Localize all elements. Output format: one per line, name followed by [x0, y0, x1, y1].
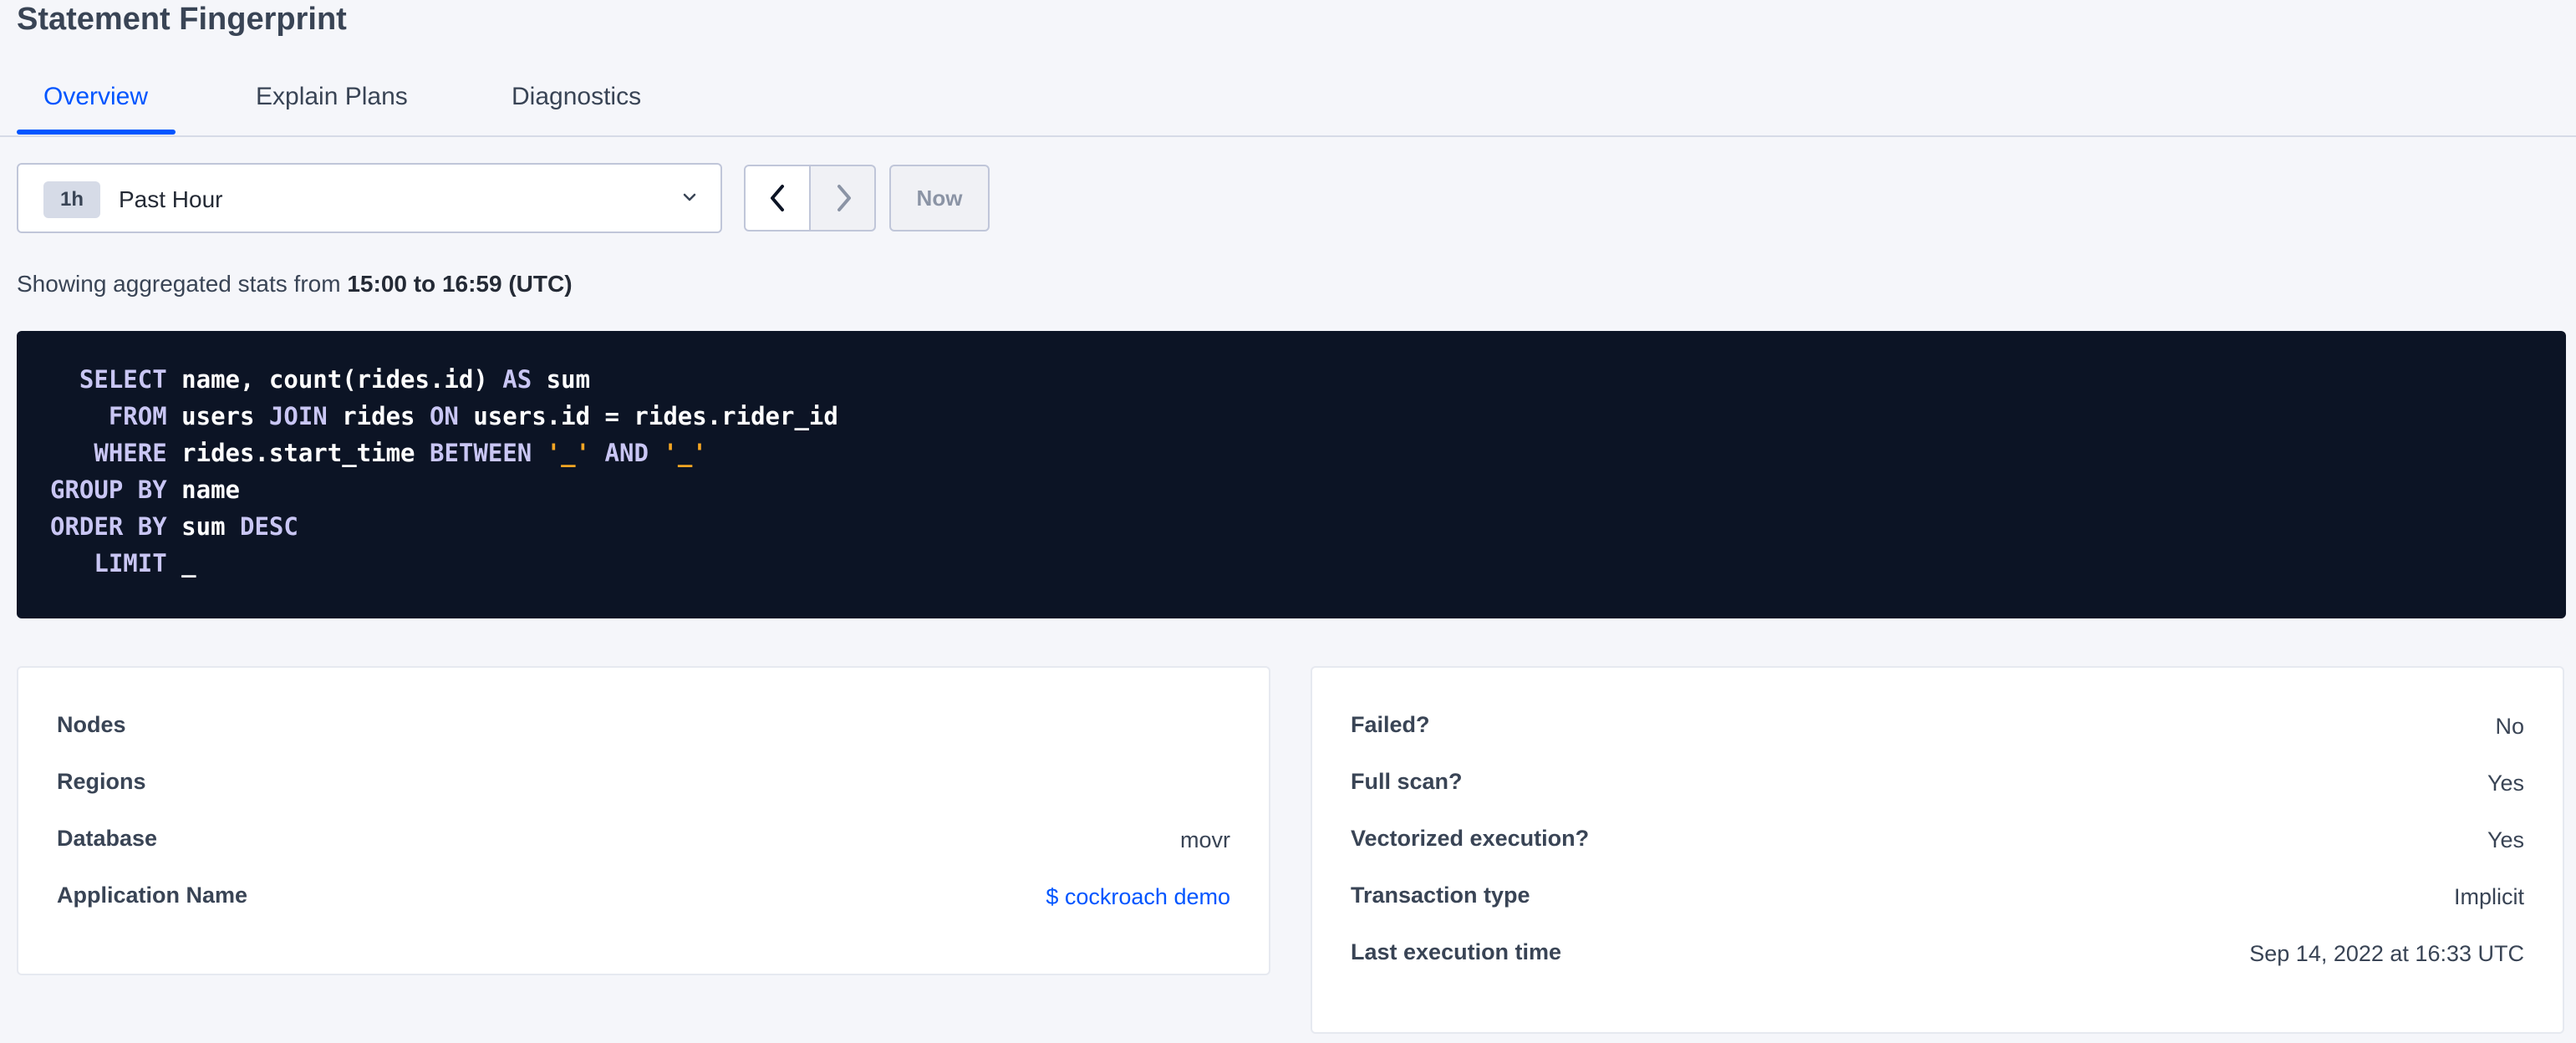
- sql-keyword: AS: [502, 365, 532, 394]
- sql-text: name, count(rides.id): [166, 365, 503, 394]
- sql-keyword: ORDER BY: [50, 512, 167, 541]
- detail-label: Full scan?: [1351, 769, 1463, 794]
- detail-row: Full scan? Yes: [1351, 765, 2524, 798]
- detail-row: Last execution time Sep 14, 2022 at 16:33…: [1351, 935, 2524, 969]
- sql-keyword: ON: [429, 402, 459, 430]
- sql-text: users: [166, 402, 269, 430]
- detail-value: movr: [1180, 827, 1230, 852]
- detail-label: Regions: [57, 769, 146, 794]
- chevron-right-icon: [837, 185, 851, 211]
- detail-value: Sep 14, 2022 at 16:33 UTC: [2249, 941, 2524, 966]
- detail-label: Failed?: [1351, 712, 1430, 737]
- detail-row: Vectorized execution? Yes: [1351, 822, 2524, 855]
- sql-keyword: JOIN: [268, 402, 328, 430]
- sql-keyword: GROUP BY: [50, 476, 167, 504]
- sql-string: '_': [663, 439, 707, 467]
- detail-value: Yes: [2487, 771, 2524, 796]
- detail-label: Nodes: [57, 712, 126, 737]
- sql-line: SELECT name, count(rides.id) AS sum: [50, 361, 2566, 398]
- tab-explain-plans[interactable]: Explain Plans: [256, 80, 408, 114]
- detail-row: Failed? No: [1351, 708, 2524, 741]
- sql-text: sum: [532, 365, 591, 394]
- detail-label: Application Name: [57, 883, 248, 908]
- detail-value-link[interactable]: $ cockroach demo: [1046, 880, 1230, 913]
- execution-details-card: Failed? No Full scan? Yes Vectorized executi…: [1311, 666, 2564, 1034]
- detail-row: Regions: [57, 765, 1230, 798]
- sql-keyword: DESC: [240, 512, 298, 541]
- next-time-button[interactable]: [809, 165, 876, 231]
- sql-text: _: [166, 549, 196, 577]
- detail-label: Database: [57, 826, 158, 851]
- detail-label: Vectorized execution?: [1351, 826, 1590, 851]
- detail-value: Yes: [2487, 827, 2524, 852]
- detail-label: Transaction type: [1351, 883, 1530, 908]
- sql-keyword: FROM: [108, 402, 167, 430]
- chevron-down-icon: [683, 193, 696, 201]
- statement-details-card: Nodes Regions Database movr Application Name…: [17, 666, 1270, 975]
- sql-line: GROUP BY name: [50, 471, 2566, 508]
- active-tab-indicator: [17, 130, 176, 135]
- sql-line: LIMIT _: [50, 545, 2566, 582]
- detail-row: Application Name $ cockroach demo: [57, 878, 1230, 912]
- detail-row: Nodes: [57, 708, 1230, 741]
- sql-line: WHERE rides.start_time BETWEEN '_' AND '…: [50, 435, 2566, 471]
- aggregation-prefix: Showing aggregated stats from: [17, 271, 348, 297]
- chevron-left-icon: [771, 185, 784, 211]
- detail-value: Implicit: [2453, 884, 2524, 909]
- sql-keyword: SELECT: [79, 365, 167, 394]
- detail-value: No: [2495, 714, 2524, 739]
- sql-line: ORDER BY sum DESC: [50, 508, 2566, 545]
- sql-statement-block: SELECT name, count(rides.id) AS sum FROM…: [17, 331, 2566, 618]
- sql-text: sum: [166, 512, 240, 541]
- sql-text: users.id = rides.rider_id: [458, 402, 838, 430]
- sql-string: '_': [546, 439, 591, 467]
- time-range-select[interactable]: 1h Past Hour: [17, 163, 722, 233]
- tab-bar: Overview Explain Plans Diagnostics: [0, 67, 2576, 137]
- sql-keyword: WHERE: [94, 439, 167, 467]
- page-title: Statement Fingerprint: [17, 2, 347, 37]
- time-range-badge: 1h: [43, 181, 100, 218]
- sql-keyword: LIMIT: [94, 549, 167, 577]
- detail-row: Transaction type Implicit: [1351, 878, 2524, 912]
- aggregation-range: 15:00 to 16:59 (UTC): [347, 271, 573, 297]
- sql-text: rides: [327, 402, 430, 430]
- tab-diagnostics[interactable]: Diagnostics: [512, 80, 641, 114]
- sql-keyword: BETWEEN: [429, 439, 532, 467]
- sql-keyword: AND: [604, 439, 649, 467]
- now-button[interactable]: Now: [889, 165, 990, 231]
- detail-row: Database movr: [57, 822, 1230, 855]
- sql-text: rides.start_time: [166, 439, 430, 467]
- sql-text: name: [166, 476, 240, 504]
- previous-time-button[interactable]: [744, 165, 811, 231]
- aggregation-info: Showing aggregated stats from 15:00 to 1…: [17, 269, 573, 299]
- tab-overview[interactable]: Overview: [43, 80, 148, 114]
- detail-label: Last execution time: [1351, 939, 1562, 964]
- time-range-label: Past Hour: [119, 186, 223, 212]
- sql-line: FROM users JOIN rides ON users.id = ride…: [50, 398, 2566, 435]
